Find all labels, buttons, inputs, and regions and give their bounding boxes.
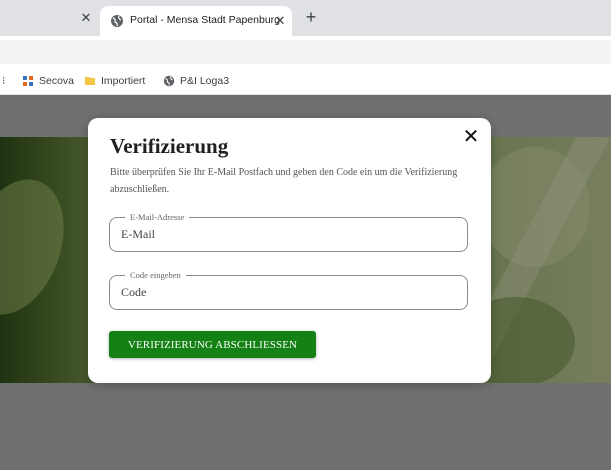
- globe-icon: [111, 15, 123, 27]
- bookmark-pl-loga[interactable]: P&I Loga3: [163, 74, 229, 88]
- globe-icon: [163, 75, 175, 87]
- browser-tab-active[interactable]: Portal - Mensa Stadt Papenburg ✕: [100, 6, 292, 36]
- email-field-label: E-Mail-Adresse: [125, 211, 190, 223]
- browser-tabstrip: ✕ Portal - Mensa Stadt Papenburg ✕ +: [0, 0, 611, 36]
- bookmark-label: Importiert: [101, 75, 146, 87]
- email-field: E-Mail-Adresse: [109, 211, 468, 252]
- bookmark-secova[interactable]: Secova: [22, 74, 74, 88]
- code-field-label: Code eingeben: [125, 269, 186, 281]
- new-tab-icon[interactable]: +: [302, 8, 320, 27]
- close-icon[interactable]: ✕: [462, 126, 480, 146]
- email-input[interactable]: [121, 227, 451, 242]
- bookmark-label: Secova: [39, 75, 75, 87]
- code-field: Code eingeben: [109, 269, 468, 310]
- bookmark-label: P&I Loga3: [180, 75, 230, 87]
- bookmark-importiert[interactable]: Importiert: [84, 74, 145, 88]
- dialog-title: Verifizierung: [110, 134, 229, 158]
- close-tab-icon[interactable]: ✕: [272, 13, 288, 29]
- bookmarks-bar: ⁝ Secova Importiert P&I Loga3: [0, 68, 611, 95]
- address-bar[interactable]: [0, 40, 611, 64]
- verify-button[interactable]: VERIFIZIERUNG ABSCHLIESSEN: [109, 331, 316, 358]
- secova-icon: [23, 76, 33, 86]
- dialog-description: Bitte überprüfen Sie Ihr E-Mail Postfach…: [110, 167, 458, 195]
- tab-title: Portal - Mensa Stadt Papenburg: [130, 14, 281, 26]
- close-tab-icon[interactable]: ✕: [78, 10, 94, 26]
- browser-toolbar: [0, 36, 611, 68]
- verification-dialog: Verifizierung ✕ Bitte überprüfen Sie Ihr…: [88, 118, 491, 383]
- folder-icon: [85, 77, 95, 85]
- code-input[interactable]: [121, 285, 451, 300]
- bookmark-truncated[interactable]: ⁝: [2, 74, 5, 88]
